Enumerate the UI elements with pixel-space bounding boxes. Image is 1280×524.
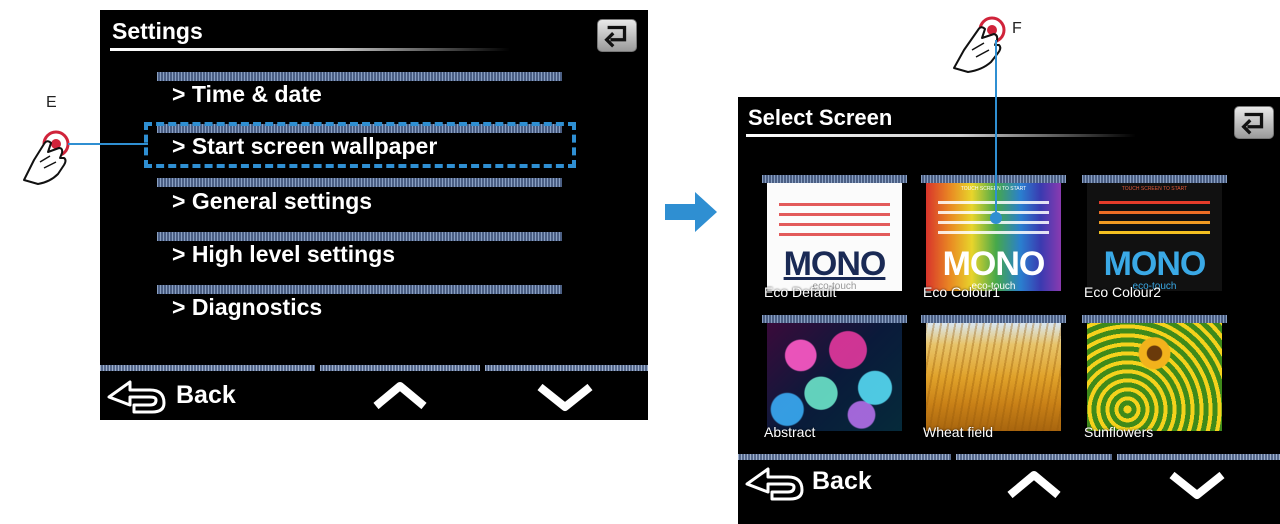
select-screen: Select Screen MONO eco-touch Eco Default…	[738, 97, 1280, 524]
wallpaper-eco-colour2[interactable]: TOUCH SCREEN TO START MONO eco-touch Eco…	[1082, 175, 1227, 300]
connector-line-f	[995, 40, 997, 218]
wallpaper-abstract[interactable]: Abstract	[762, 315, 907, 440]
up-button-bar	[956, 454, 1112, 460]
thumb-image: MONO eco-touch	[767, 183, 902, 291]
menu-item-start-screen-wallpaper[interactable]: > Start screen wallpaper	[172, 133, 437, 160]
down-button-bar	[485, 365, 648, 371]
page-title: Settings	[112, 18, 203, 44]
wallpaper-eco-default[interactable]: MONO eco-touch Eco Default	[762, 175, 907, 300]
up-chevron-icon[interactable]	[1006, 469, 1062, 499]
wallpaper-caption: Eco Colour2	[1084, 284, 1162, 300]
up-button-bar	[320, 365, 480, 371]
wallpaper-caption: Abstract	[764, 424, 816, 440]
back-button-bar	[100, 365, 315, 371]
wallpaper-sunflowers[interactable]: Sunflowers	[1082, 315, 1227, 440]
settings-screen: Settings > Time & date > Start screen wa…	[100, 10, 648, 420]
menu-item-high-level-settings[interactable]: > High level settings	[172, 241, 395, 268]
title-underline	[110, 48, 510, 51]
thumb-frame	[921, 175, 1066, 183]
thumb-frame	[1082, 315, 1227, 323]
connector-line-e	[68, 143, 148, 145]
wallpaper-caption: Sunflowers	[1084, 424, 1154, 440]
menu-item-general-settings[interactable]: > General settings	[172, 188, 372, 215]
annotation-label-f: F	[1012, 20, 1022, 37]
wallpaper-caption: Wheat field	[923, 424, 994, 440]
wallpaper-wheat-field[interactable]: Wheat field	[921, 315, 1066, 440]
touch-to-start-text: TOUCH SCREEN TO START	[960, 186, 1027, 192]
wallpaper-caption: Eco Default	[764, 284, 837, 300]
menu-divider	[157, 232, 562, 241]
thumb-frame	[762, 315, 907, 323]
wallpaper-caption: Eco Colour1	[923, 284, 1001, 300]
back-label: Back	[176, 381, 236, 409]
wallpaper-eco-colour1[interactable]: TOUCH SCREEN TO START MONO eco-touch Eco…	[921, 175, 1066, 300]
return-icon	[1241, 112, 1264, 135]
return-button[interactable]	[1234, 106, 1274, 139]
mono-logo: MONO	[783, 245, 887, 283]
back-arrow-icon	[745, 467, 804, 501]
annotation-label-e: E	[46, 94, 57, 111]
thumb-frame	[1082, 175, 1227, 183]
tap-hand-icon	[23, 130, 70, 185]
menu-item-diagnostics[interactable]: > Diagnostics	[172, 294, 322, 321]
back-button[interactable]: Back	[738, 461, 951, 509]
back-arrow-icon	[107, 380, 166, 414]
up-chevron-icon[interactable]	[372, 380, 428, 410]
touch-to-start-text: TOUCH SCREEN TO START	[1121, 186, 1188, 192]
thumb-image: TOUCH SCREEN TO START MONO eco-touch	[1087, 183, 1222, 291]
thumb-frame	[921, 315, 1066, 323]
mono-logo: MONO	[942, 245, 1046, 283]
back-button[interactable]: Back	[100, 372, 315, 420]
tap-point-dot	[990, 212, 1002, 224]
thumb-image	[1087, 323, 1222, 431]
return-icon	[604, 25, 627, 48]
thumb-image	[767, 323, 902, 431]
mono-logo: MONO	[1103, 245, 1207, 283]
flow-arrow-icon	[665, 192, 717, 232]
return-button[interactable]	[597, 19, 637, 52]
back-button-bar	[738, 454, 951, 460]
menu-divider	[157, 285, 562, 294]
down-button-bar	[1117, 454, 1280, 460]
page-title: Select Screen	[748, 105, 893, 130]
thumb-image: TOUCH SCREEN TO START MONO eco-touch	[926, 183, 1061, 291]
back-label: Back	[812, 467, 872, 495]
thumb-image	[926, 323, 1061, 431]
tap-hand-icon	[953, 16, 1006, 73]
thumb-frame	[762, 175, 907, 183]
menu-divider	[157, 72, 562, 81]
down-chevron-icon[interactable]	[536, 382, 594, 412]
title-underline	[746, 134, 1136, 137]
menu-item-time-date[interactable]: > Time & date	[172, 81, 322, 108]
menu-divider	[157, 178, 562, 187]
down-chevron-icon[interactable]	[1168, 470, 1226, 500]
